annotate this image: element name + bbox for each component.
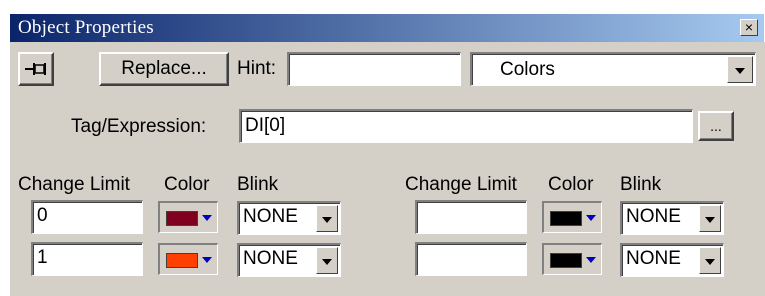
color-dropdown-arrow-icon [586,215,596,221]
color-swatch [166,253,198,268]
browse-button[interactable]: ... [698,111,734,141]
blink-header-left: Blink [237,174,279,195]
hint-input[interactable] [287,52,461,86]
category-select-value: Colors [500,59,555,80]
color-picker-button[interactable] [542,243,602,275]
blink-header-right: Blink [620,174,662,195]
change-limit-input[interactable] [415,200,527,234]
blink-select[interactable]: NONE [620,201,724,235]
tag-expression-label: Tag/Expression: [71,116,207,137]
blink-dropdown-arrow-icon[interactable] [316,205,338,232]
change-limit-header-left: Change Limit [18,174,130,195]
close-button[interactable]: × [740,19,758,36]
blink-select-value: NONE [626,206,681,227]
color-dropdown-arrow-icon [202,257,212,263]
color-header-right: Color [548,174,594,195]
window-title: Object Properties [18,17,154,38]
color-picker-button[interactable] [542,201,602,233]
color-picker-button[interactable] [158,201,218,233]
blink-select[interactable]: NONE [620,243,724,277]
color-header-left: Color [164,174,210,195]
change-limit-input[interactable]: 0 [31,200,143,234]
category-select[interactable]: Colors [470,52,756,86]
blink-select-value: NONE [243,248,298,269]
title-bar[interactable]: Object Properties × [9,13,765,42]
blink-select[interactable]: NONE [237,243,341,277]
color-picker-button[interactable] [158,243,218,275]
pin-button[interactable] [18,52,54,86]
hint-label: Hint: [237,58,277,79]
blink-select-value: NONE [626,248,681,269]
color-swatch [550,211,582,226]
blink-select[interactable]: NONE [237,201,341,235]
color-dropdown-arrow-icon [586,257,596,263]
blink-dropdown-arrow-icon[interactable] [316,247,338,274]
change-limit-input[interactable]: 1 [31,242,143,276]
tag-expression-input[interactable]: DI[0] [239,109,693,143]
replace-button[interactable]: Replace... [99,52,229,86]
blink-dropdown-arrow-icon[interactable] [699,247,721,274]
color-swatch [166,211,198,226]
change-limit-input[interactable] [415,242,527,276]
pin-icon [25,63,46,75]
change-limit-header-right: Change Limit [405,174,517,195]
blink-dropdown-arrow-icon[interactable] [699,205,721,232]
color-swatch [550,253,582,268]
category-dropdown-arrow-icon[interactable] [727,56,753,83]
blink-select-value: NONE [243,206,298,227]
color-dropdown-arrow-icon [202,215,212,221]
